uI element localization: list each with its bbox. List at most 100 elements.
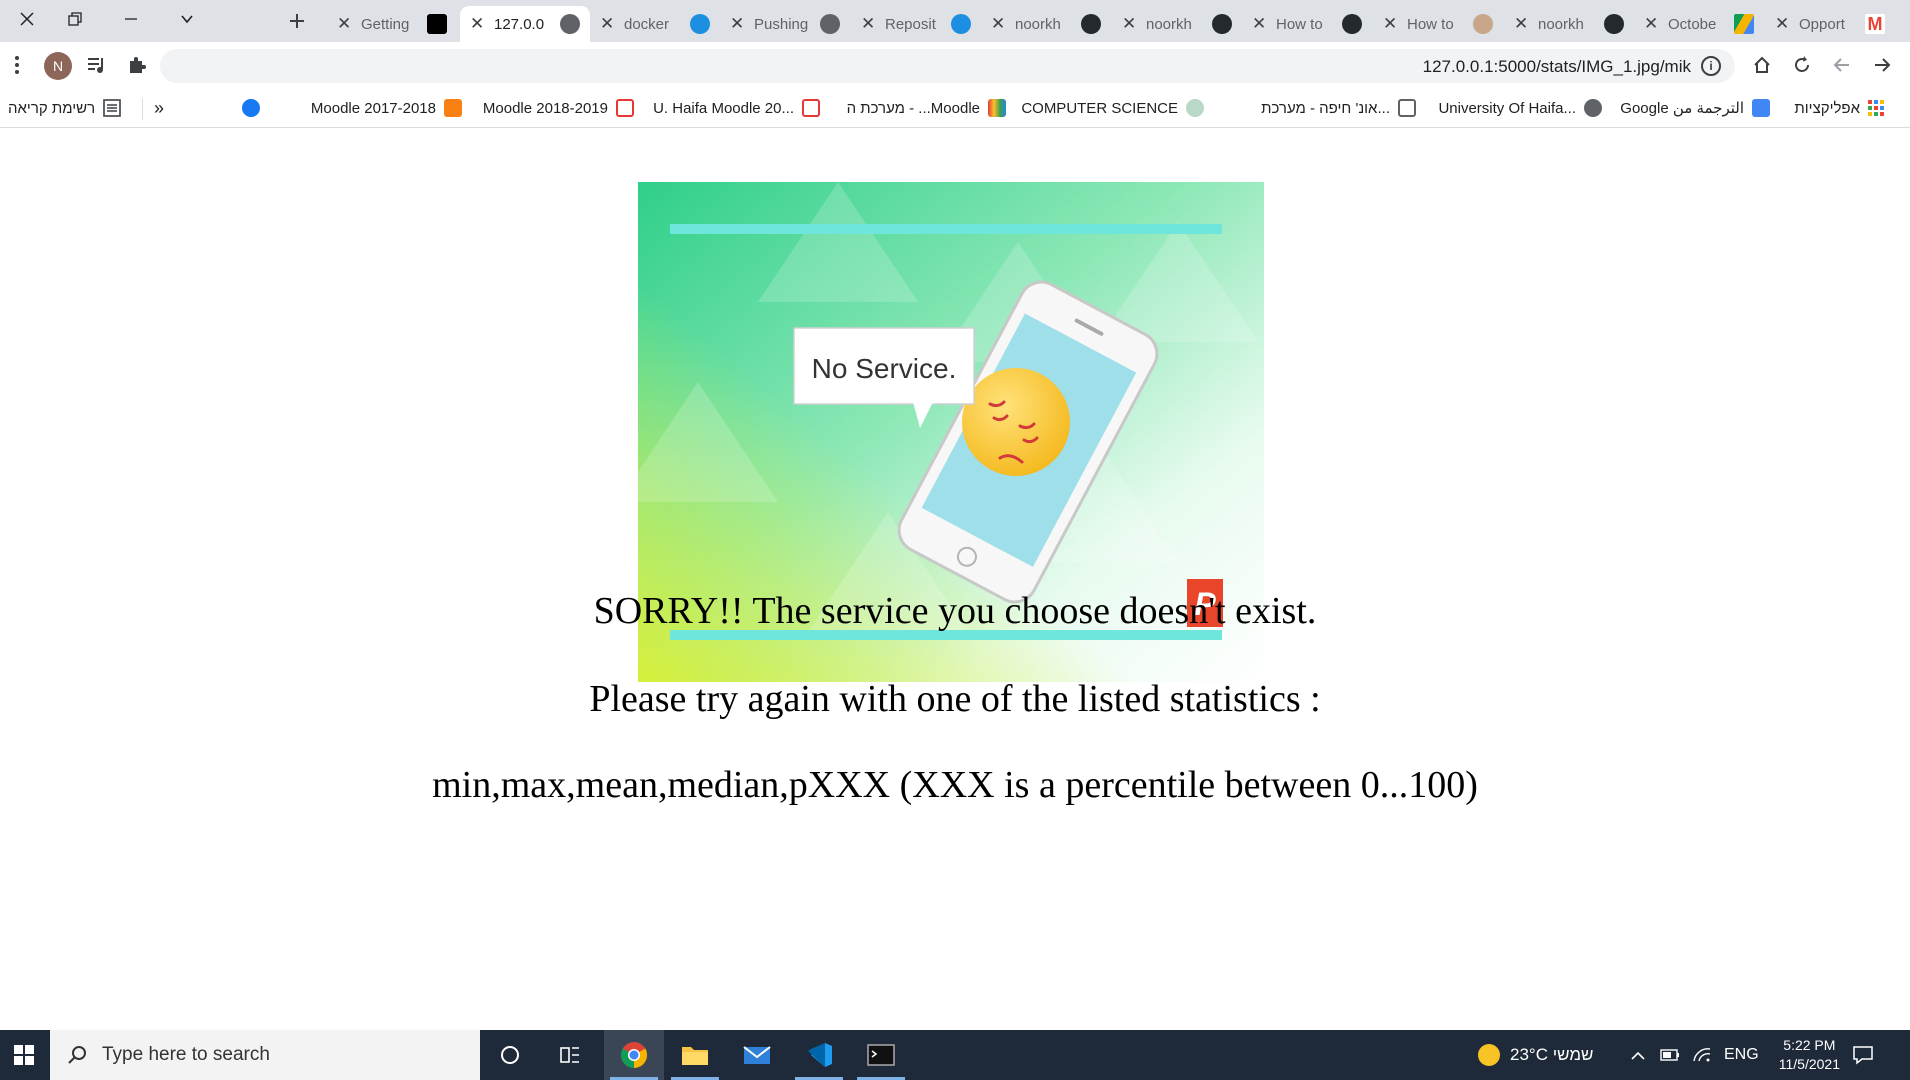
close-icon[interactable]: ✕: [600, 14, 618, 34]
menu-button[interactable]: [2, 50, 32, 80]
tab-strip: ✕ Getting ✕ 127.0.0 ✕ docker ✕ Pushing ✕…: [0, 0, 1910, 42]
bookmark-item[interactable]: U. Haifa Moodle 20...: [653, 96, 820, 120]
tab[interactable]: ✕ Getting: [327, 6, 457, 42]
address-bar[interactable]: 127.0.0.1:5000/stats/IMG_1.jpg/mik i: [160, 49, 1735, 83]
search-icon: [68, 1046, 86, 1064]
battery-icon: [1660, 1049, 1679, 1061]
task-view-button[interactable]: [540, 1030, 600, 1080]
windows-logo-icon: [14, 1045, 34, 1065]
mail-icon: [743, 1046, 771, 1064]
globe-icon: [820, 14, 840, 34]
cortana-button[interactable]: [480, 1030, 540, 1080]
reload-button[interactable]: [1787, 50, 1817, 80]
extensions-button[interactable]: [122, 50, 152, 80]
tab[interactable]: ✕ noorkh: [1112, 6, 1242, 42]
divider: [142, 98, 143, 120]
battery-indicator[interactable]: [1660, 1030, 1680, 1080]
tab[interactable]: ✕ noorkh: [981, 6, 1111, 42]
bookmark-item[interactable]: Moodle 2017-2018: [311, 96, 462, 120]
weather-widget[interactable]: 23°C שמשי: [1478, 1030, 1593, 1080]
info-icon[interactable]: i: [1701, 56, 1721, 76]
start-button[interactable]: [0, 1030, 48, 1080]
close-icon[interactable]: ✕: [1775, 14, 1793, 34]
media-controls-button[interactable]: [82, 50, 112, 80]
sad-face-icon: [962, 368, 1070, 476]
error-instruction: Please try again with one of the listed …: [589, 678, 1321, 720]
language-indicator[interactable]: ENG: [1724, 1030, 1759, 1080]
tab[interactable]: ✕ Opport M: [1765, 6, 1895, 42]
taskbar-file-explorer[interactable]: [665, 1030, 725, 1080]
browser-toolbar: N 127.0.0.1:5000/stats/IMG_1.jpg/mik i: [0, 42, 1910, 88]
tab[interactable]: ✕ docker: [590, 6, 720, 42]
url-text[interactable]: 127.0.0.1:5000/stats/IMG_1.jpg/mik: [1423, 57, 1691, 77]
tab[interactable]: ✕ Octobe: [1634, 6, 1764, 42]
bookmark-apps[interactable]: אפליקציות: [1794, 96, 1884, 120]
statistics-list: min,max,mean,median,pXXX (XXX is a perce…: [432, 764, 1478, 806]
calendar-icon: [802, 99, 820, 117]
taskbar-vscode[interactable]: [789, 1030, 849, 1080]
bookmark-item[interactable]: COMPUTER SCIENCE: [1021, 96, 1204, 120]
medium-icon: [427, 14, 447, 34]
new-tab-button[interactable]: [280, 6, 314, 36]
minimize-icon: [125, 18, 137, 20]
tab-search-button[interactable]: [160, 0, 214, 38]
cs-logo-icon: [1186, 99, 1204, 117]
moodle-icon: [444, 99, 462, 117]
bookmark-item[interactable]: [242, 96, 260, 120]
home-button[interactable]: [1747, 50, 1777, 80]
tab[interactable]: ✕ How to: [1373, 6, 1503, 42]
close-icon[interactable]: ✕: [1252, 14, 1270, 34]
close-icon[interactable]: ✕: [470, 14, 488, 34]
restore-icon: [68, 12, 82, 26]
wifi-icon: [1693, 1048, 1711, 1062]
close-icon[interactable]: ✕: [991, 14, 1009, 34]
bookmark-item[interactable]: Google الترجمة من: [1620, 96, 1770, 120]
profile-avatar[interactable]: N: [44, 52, 72, 80]
close-icon[interactable]: ✕: [1644, 14, 1662, 34]
close-window-button[interactable]: [0, 0, 54, 38]
taskbar-terminal[interactable]: [851, 1030, 911, 1080]
bookmark-item[interactable]: מערכת ה - ...Moodle: [847, 96, 1006, 120]
close-icon[interactable]: ✕: [1514, 14, 1532, 34]
tab[interactable]: ✕ noorkh: [1504, 6, 1634, 42]
close-icon: [20, 12, 34, 26]
arrow-left-icon: [1833, 58, 1849, 72]
back-button[interactable]: [1867, 50, 1897, 80]
bookmark-item[interactable]: University Of Haifa...: [1438, 96, 1602, 120]
github-icon: [1081, 14, 1101, 34]
taskbar-search[interactable]: Type here to search: [50, 1030, 480, 1080]
globe-icon: [560, 14, 580, 34]
close-icon[interactable]: ✕: [1122, 14, 1140, 34]
reading-list-button[interactable]: רשימת קריאה: [8, 96, 121, 120]
close-icon[interactable]: ✕: [861, 14, 879, 34]
taskbar-chrome[interactable]: [604, 1030, 664, 1080]
tray-chevron[interactable]: [1630, 1030, 1646, 1080]
taskbar-mail[interactable]: [727, 1030, 787, 1080]
minimize-window-button[interactable]: [104, 0, 158, 38]
close-icon[interactable]: ✕: [1383, 14, 1401, 34]
kebab-menu-icon: [15, 56, 19, 74]
close-icon[interactable]: ✕: [337, 14, 355, 34]
tab-active[interactable]: ✕ 127.0.0: [460, 6, 590, 42]
bookmarks-overflow-button[interactable]: »: [154, 96, 164, 120]
tab[interactable]: ✕ Pushing: [720, 6, 850, 42]
globe-icon: [1584, 99, 1602, 117]
restore-window-button[interactable]: [48, 0, 102, 38]
cortana-icon: [501, 1046, 519, 1064]
chevron-up-icon: [1631, 1051, 1645, 1060]
tab[interactable]: ✕ Reposit: [851, 6, 981, 42]
vscode-icon: [808, 1043, 832, 1067]
error-heading: SORRY!! The service you choose doesn't e…: [593, 590, 1317, 632]
bookmark-item[interactable]: Moodle 2018-2019: [483, 96, 634, 120]
clock[interactable]: 5:22 PM 11/5/2021: [1779, 1036, 1840, 1074]
close-icon[interactable]: ✕: [730, 14, 748, 34]
google-drive-icon: [1734, 14, 1754, 34]
page-content: No Service. P SORRY!! The service you ch…: [0, 129, 1910, 1030]
wifi-indicator[interactable]: [1692, 1030, 1712, 1080]
notification-center-button[interactable]: [1852, 1030, 1874, 1080]
tab[interactable]: ✕ How to: [1242, 6, 1372, 42]
avatar-icon: [1473, 14, 1493, 34]
bookmark-item[interactable]: אונ' חיפה - מערכת...: [1261, 96, 1416, 120]
forward-button[interactable]: [1827, 50, 1857, 80]
docker-icon: [951, 14, 971, 34]
